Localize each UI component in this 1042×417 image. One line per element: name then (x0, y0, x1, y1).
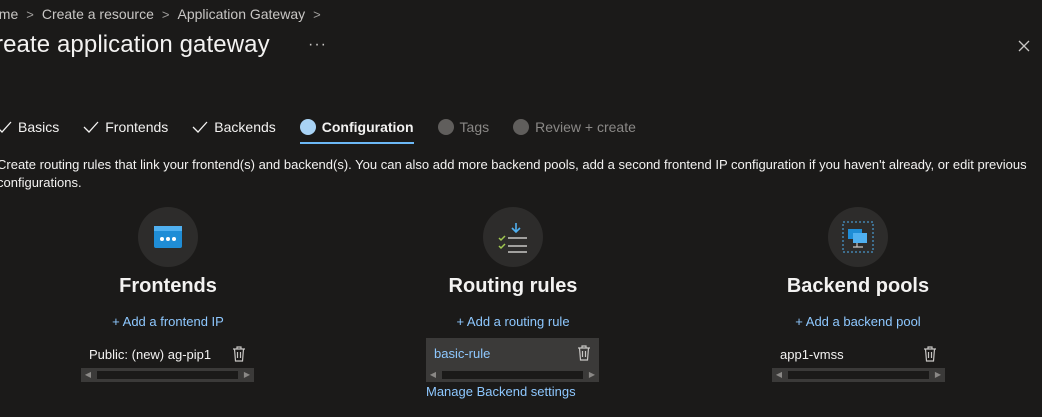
backend-pool-icon (842, 221, 874, 253)
backend-pools-heading: Backend pools (786, 275, 930, 297)
frontend-ip-icon (154, 226, 182, 248)
breadcrumb: ome > Create a resource > Application Gatewa… (0, 6, 329, 22)
frontend-icon-circle (138, 207, 198, 267)
add-routing-rule-link[interactable]: + Add a routing rule (403, 314, 623, 329)
delete-icon[interactable] (923, 346, 937, 362)
horizontal-scrollbar[interactable]: ◀ ▶ (772, 368, 945, 382)
breadcrumb-application-gateway[interactable]: Application Gateway (177, 6, 305, 22)
frontend-name: Public: (new) ag-pip1 (89, 346, 212, 362)
scroll-thumb[interactable] (97, 371, 238, 379)
backend-pools-section: Backend pools + Add a backend pool (748, 207, 968, 329)
frontend-list: Public: (new) ag-pip1 ◀ ▶ (81, 340, 254, 382)
horizontal-scrollbar[interactable]: ◀ ▶ (426, 368, 599, 382)
tab-basics[interactable]: Basics (0, 114, 59, 140)
chevron-right-icon: > (161, 7, 170, 22)
tab-tags[interactable]: Tags (437, 114, 490, 140)
routing-rules-icon (498, 223, 527, 253)
active-step-icon (299, 119, 316, 135)
add-backend-pool-link[interactable]: + Add a backend pool (748, 314, 968, 329)
wizard-steps: Basics Frontends Backends Configuration … (0, 114, 660, 144)
routing-icon-circle (483, 207, 543, 267)
close-icon[interactable] (1014, 36, 1034, 56)
list-item[interactable]: Public: (new) ag-pip1 (81, 340, 254, 368)
add-frontend-ip-link[interactable]: + Add a frontend IP (58, 314, 278, 329)
scroll-left-icon[interactable]: ◀ (426, 368, 440, 382)
routing-rules-heading: Routing rules (448, 275, 578, 297)
scroll-right-icon[interactable]: ▶ (240, 368, 254, 382)
horizontal-scrollbar[interactable]: ◀ ▶ (81, 368, 254, 382)
pending-step-icon (513, 119, 530, 135)
tab-label: Backends (214, 119, 276, 135)
scroll-thumb[interactable] (442, 371, 583, 379)
breadcrumb-create-resource[interactable]: Create a resource (42, 6, 154, 22)
backend-pool-name: app1-vmss (780, 346, 844, 362)
checkmark-icon (83, 121, 99, 133)
frontends-heading: Frontends (119, 275, 217, 297)
routing-rule-name[interactable]: basic-rule (434, 346, 490, 361)
tab-label: Configuration (321, 119, 414, 135)
breadcrumb-home[interactable]: ome (0, 6, 18, 22)
chevron-right-icon: > (313, 7, 321, 22)
page-title: reate application gateway (0, 31, 270, 58)
manage-backend-settings-link[interactable]: Manage Backend settings (426, 384, 576, 399)
pending-step-icon (437, 119, 454, 135)
tab-label: Frontends (105, 119, 169, 135)
tab-configuration[interactable]: Configuration (299, 114, 414, 144)
scroll-right-icon[interactable]: ▶ (931, 368, 945, 382)
tab-review-create[interactable]: Review + create (513, 114, 636, 140)
tab-label: Review + create (535, 119, 636, 135)
routing-rule-list: basic-rule ◀ ▶ (426, 338, 599, 382)
tab-label: Tags (459, 119, 490, 135)
chevron-right-icon: > (26, 7, 34, 22)
delete-icon[interactable] (232, 346, 246, 362)
tab-backends[interactable]: Backends (192, 114, 276, 140)
tab-label: Basics (18, 119, 60, 135)
scroll-right-icon[interactable]: ▶ (585, 368, 599, 382)
tab-frontends[interactable]: Frontends (83, 114, 168, 140)
list-item[interactable]: app1-vmss (772, 340, 945, 368)
checkmark-icon (192, 121, 208, 133)
delete-icon[interactable] (577, 345, 591, 361)
more-options-button[interactable]: ··· (308, 36, 327, 54)
frontends-section: Frontends + Add a frontend IP (58, 207, 278, 329)
page-description: Create routing rules that link your fron… (0, 157, 1027, 190)
backend-icon-circle (828, 207, 888, 267)
list-item[interactable]: basic-rule (426, 338, 599, 368)
scroll-left-icon[interactable]: ◀ (772, 368, 786, 382)
scroll-thumb[interactable] (788, 371, 929, 379)
scroll-left-icon[interactable]: ◀ (81, 368, 95, 382)
routing-rules-section: Routing rules + Add a routing rule (403, 207, 623, 329)
backend-pool-list: app1-vmss ◀ ▶ (772, 340, 945, 382)
checkmark-icon (0, 121, 12, 133)
